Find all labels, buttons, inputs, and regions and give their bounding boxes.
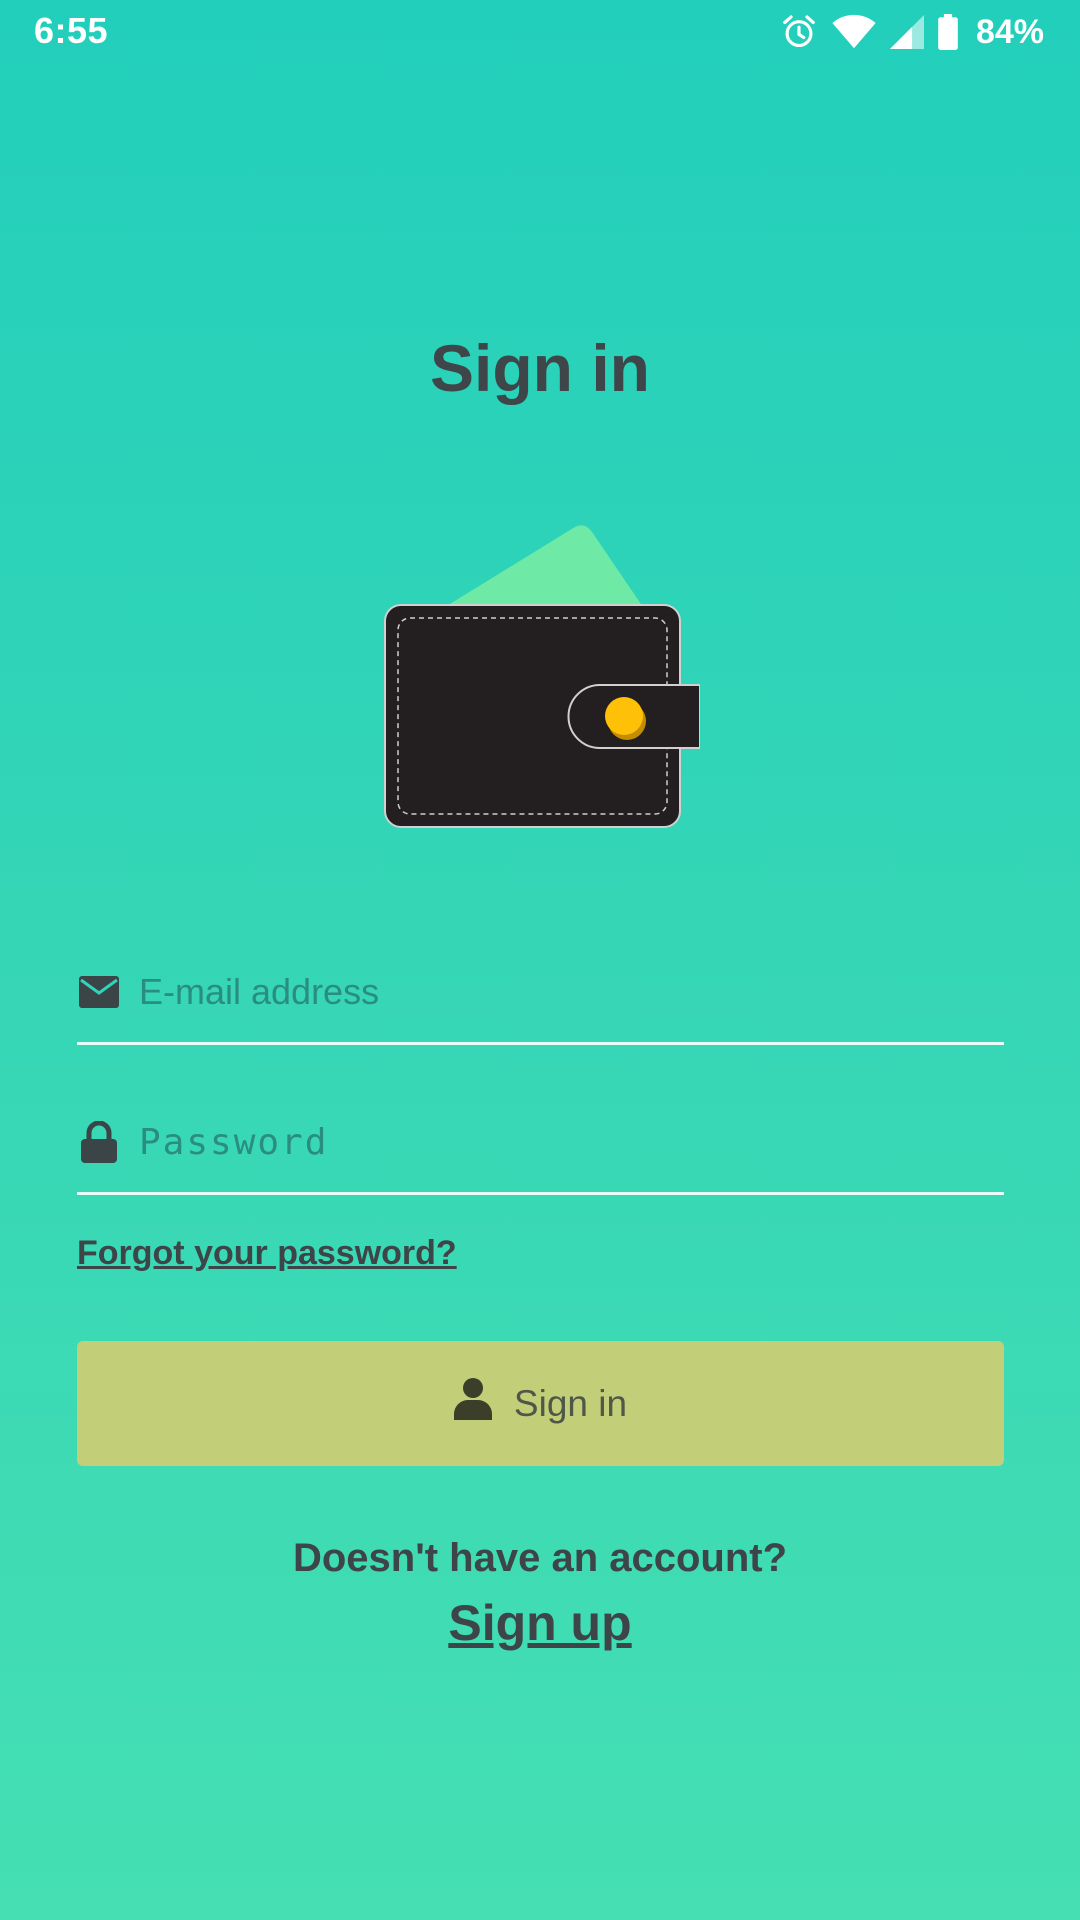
status-bar: 6:55 84% (0, 0, 1080, 64)
email-field[interactable] (77, 942, 1004, 1045)
status-icons: 84% (780, 10, 1044, 54)
battery-icon (938, 14, 958, 50)
battery-percentage: 84% (975, 12, 1044, 51)
signup-link-container: Sign up (0, 1594, 1080, 1652)
signin-button-label: Sign in (513, 1382, 628, 1424)
email-input[interactable] (139, 962, 1004, 1022)
cell-signal-icon (889, 15, 924, 49)
lock-icon (77, 1120, 121, 1164)
password-field[interactable] (77, 1092, 1004, 1195)
page-title: Sign in (430, 331, 650, 405)
password-input[interactable] (139, 1112, 1004, 1172)
forgot-password-link[interactable]: Forgot your password? (77, 1234, 457, 1273)
envelope-icon (77, 970, 121, 1014)
signup-link[interactable]: Sign up (448, 1595, 631, 1651)
user-icon (453, 1378, 492, 1429)
wallet-icon (380, 510, 701, 830)
status-time: 6:55 (34, 10, 109, 51)
signup-prompt: Doesn't have an account? (292, 1536, 788, 1580)
alarm-icon (780, 13, 818, 51)
wifi-icon (832, 14, 876, 50)
signin-button[interactable]: Sign in (77, 1341, 1004, 1466)
